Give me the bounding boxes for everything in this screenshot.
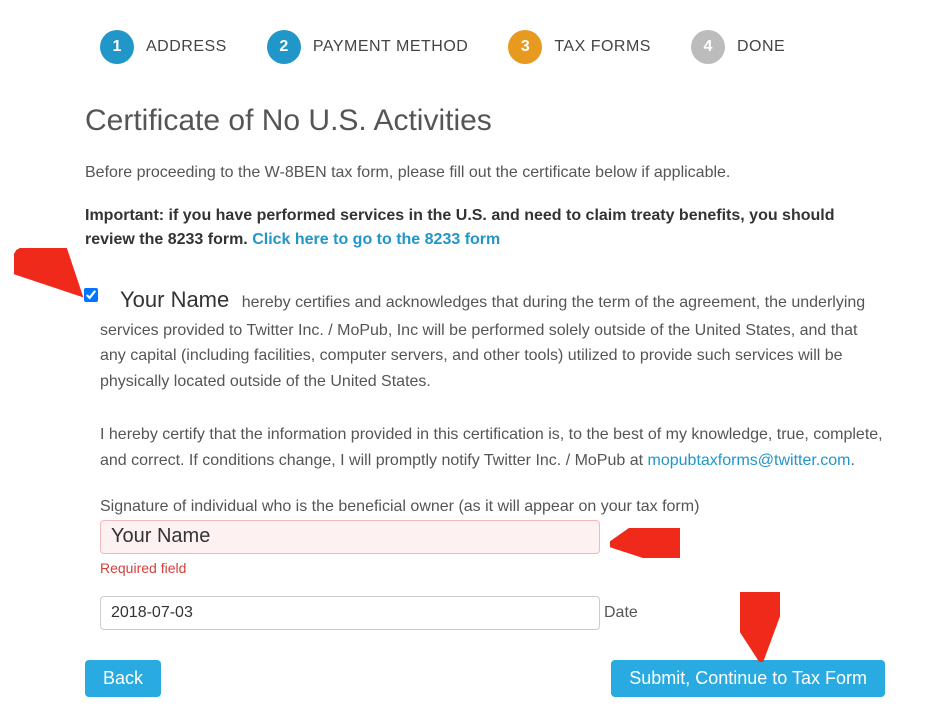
error-required-field: Required field — [100, 560, 885, 576]
button-row: Back Submit, Continue to Tax Form — [85, 660, 885, 697]
date-label: Date — [604, 604, 638, 622]
name-display: Your Name — [120, 287, 229, 312]
step-payment-method: 2 PAYMENT METHOD — [267, 30, 468, 64]
date-input[interactable] — [100, 596, 600, 630]
step-number: 2 — [267, 30, 301, 64]
certify-checkbox-wrap — [84, 288, 98, 307]
certification-block: Your Name hereby certifies and acknowled… — [85, 282, 885, 629]
link-email[interactable]: mopubtaxforms@twitter.com — [648, 452, 851, 469]
signature-label: Signature of individual who is the benef… — [100, 498, 885, 516]
page-title: Certificate of No U.S. Activities — [85, 104, 885, 138]
step-label: DONE — [737, 38, 785, 56]
step-number: 4 — [691, 30, 725, 64]
arrow-annotation-icon — [14, 248, 84, 298]
link-8233-form[interactable]: Click here to go to the 8233 form — [252, 231, 500, 248]
important-text: Important: if you have performed service… — [85, 204, 885, 252]
certify-checkbox[interactable] — [84, 288, 98, 302]
step-tax-forms: 3 TAX FORMS — [508, 30, 651, 64]
step-label: ADDRESS — [146, 38, 227, 56]
certification-paragraph-1: Your Name hereby certifies and acknowled… — [100, 282, 885, 394]
step-label: TAX FORMS — [554, 38, 651, 56]
date-row: Date — [100, 596, 885, 630]
intro-text: Before proceeding to the W-8BEN tax form… — [85, 162, 885, 184]
step-address: 1 ADDRESS — [100, 30, 227, 64]
step-number: 3 — [508, 30, 542, 64]
certification-paragraph-2: I hereby certify that the information pr… — [100, 422, 885, 473]
submit-button[interactable]: Submit, Continue to Tax Form — [611, 660, 885, 697]
cert-text-2b: . — [850, 452, 854, 469]
step-indicator: 1 ADDRESS 2 PAYMENT METHOD 3 TAX FORMS 4… — [100, 30, 885, 64]
back-button[interactable]: Back — [85, 660, 161, 697]
step-label: PAYMENT METHOD — [313, 38, 468, 56]
step-number: 1 — [100, 30, 134, 64]
signature-input[interactable] — [100, 520, 600, 554]
step-done: 4 DONE — [691, 30, 785, 64]
